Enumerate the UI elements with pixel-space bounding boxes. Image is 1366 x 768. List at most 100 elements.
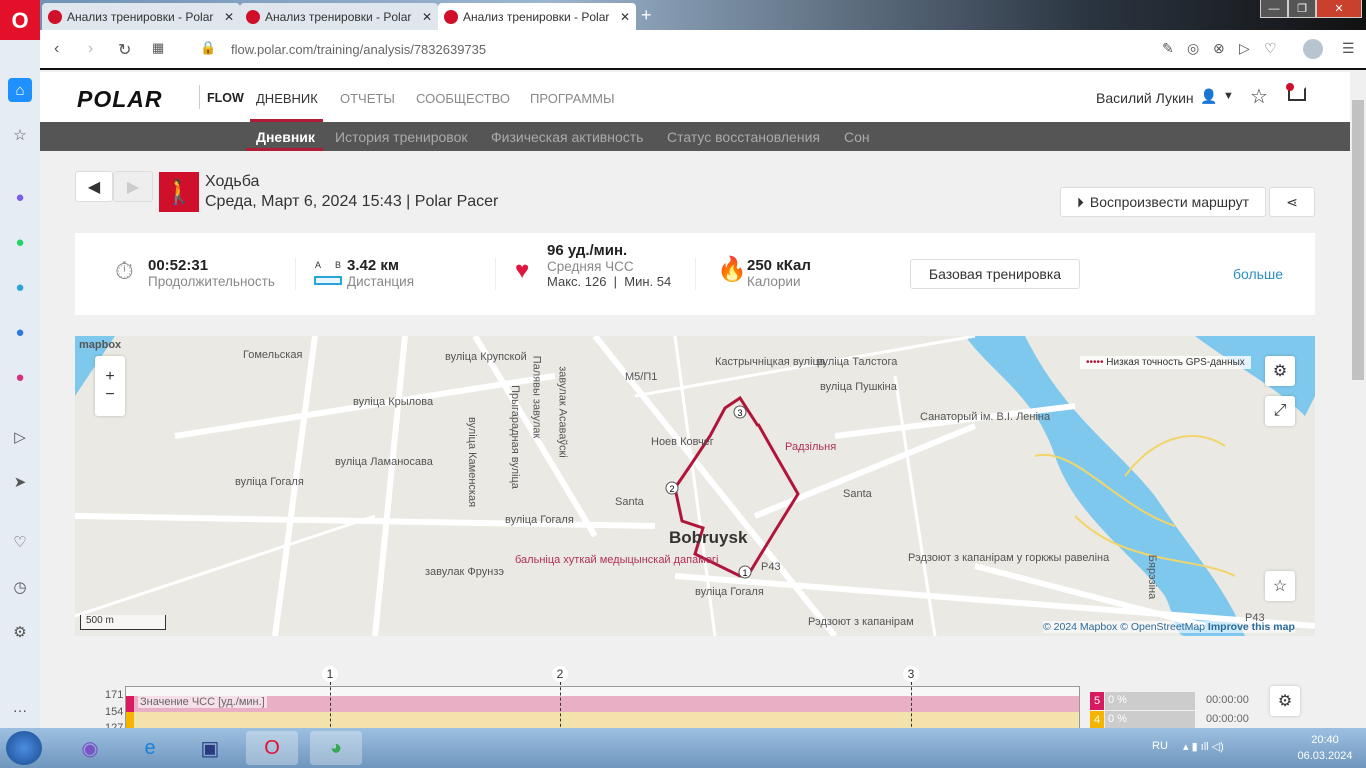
messenger-icon[interactable]: ● (8, 185, 32, 209)
heart-icon[interactable]: ♡ (8, 530, 32, 554)
instagram-icon[interactable]: ● (8, 365, 32, 389)
polar-favicon (246, 9, 260, 24)
map-label: Santa (843, 488, 872, 500)
whatsapp-icon[interactable]: ● (8, 230, 32, 254)
prev-training-button[interactable]: ◀ (75, 171, 113, 202)
mapbox-logo[interactable]: mapbox (79, 339, 121, 351)
chevron-down-icon[interactable]: ▼ (1223, 90, 1234, 102)
chrome-taskbar-icon[interactable]: ◕ (310, 731, 362, 765)
map-label: вуліца Каменская (466, 416, 479, 508)
map-label: Ноев Ковчег (651, 436, 714, 448)
zone-4-badge: 4 (1090, 711, 1104, 728)
browser-tab-active[interactable]: Анализ тренировки - Polar ✕ (438, 3, 636, 30)
share-icon: ⋖ (1286, 193, 1298, 210)
zoom-out-button[interactable]: − (105, 386, 114, 404)
profile-avatar[interactable] (1303, 39, 1323, 59)
map-label: завулак Асаваўскі (556, 366, 569, 458)
reload-icon[interactable]: ↻ (118, 40, 131, 60)
user-name[interactable]: Василий Лукин (1096, 90, 1194, 106)
training-target-button[interactable]: Базовая тренировка (910, 259, 1080, 289)
home-icon[interactable]: ⌂ (8, 78, 32, 102)
language-indicator[interactable]: RU (1152, 740, 1168, 752)
favorite-route-icon[interactable]: ☆ (1265, 571, 1295, 601)
nav-reports[interactable]: ОТЧЕТЫ (340, 91, 395, 106)
close-window-button[interactable]: ✕ (1316, 0, 1362, 18)
maximize-button[interactable]: ❐ (1288, 0, 1316, 18)
minimize-button[interactable]: — (1260, 0, 1288, 18)
send-icon[interactable]: ➤ (8, 470, 32, 494)
save-app-icon[interactable]: ▣ (184, 731, 236, 765)
history-icon[interactable]: ◷ (8, 575, 32, 599)
nav-programs[interactable]: ПРОГРАММЫ (530, 91, 615, 106)
subnav-sleep[interactable]: Сон (844, 129, 870, 145)
tray-icons[interactable]: ▴ ▮ ıll ◁) (1183, 740, 1224, 753)
page-scrollbar[interactable] (1350, 72, 1366, 728)
share-button[interactable]: ⋖ (1269, 187, 1315, 217)
nav-community[interactable]: СООБЩЕСТВО (416, 91, 510, 106)
map-label: вуліца Пушкіна (820, 381, 897, 393)
browser-tab[interactable]: Анализ тренировки - Polar ✕ (240, 3, 438, 30)
easy-setup-icon[interactable]: ☰ (1342, 40, 1355, 57)
send-icon[interactable]: ▷ (1239, 40, 1250, 57)
fullscreen-icon[interactable]: ⤢ (1265, 396, 1295, 426)
polar-logo[interactable]: POLAR (77, 86, 163, 113)
ruler-icon (314, 276, 342, 285)
vk-icon[interactable]: ● (8, 320, 32, 344)
training-subtitle: Среда, Март 6, 2024 15:43 | Polar Pacer (205, 193, 499, 210)
address-bar: ‹ › ↻ ▦ 🔒 flow.polar.com/training/analys… (40, 30, 1366, 70)
map-label: вуліца Гогаля (505, 514, 574, 526)
map-scale: 500 m (80, 615, 166, 630)
opera-menu-button[interactable]: O (0, 0, 40, 40)
lap-marker[interactable]: 2 (552, 666, 568, 682)
heart-icon[interactable]: ♡ (1264, 40, 1277, 57)
lap-line (560, 682, 561, 728)
pin-icon[interactable]: ✎ (1162, 40, 1174, 57)
back-icon[interactable]: ‹ (54, 40, 59, 58)
subnav-activity[interactable]: Физическая активность (491, 129, 643, 145)
lap-marker[interactable]: 1 (322, 666, 338, 682)
next-training-button[interactable]: ▶ (113, 171, 153, 202)
more-link[interactable]: больше (1233, 266, 1283, 282)
star-icon[interactable]: ☆ (8, 123, 32, 147)
subnav-history[interactable]: История тренировок (335, 129, 467, 145)
start-button[interactable] (6, 731, 42, 765)
close-icon[interactable]: ✕ (224, 10, 234, 24)
clock-time[interactable]: 20:40 (1290, 734, 1360, 746)
close-icon[interactable]: ✕ (620, 10, 630, 24)
user-icon[interactable]: 👤 (1200, 88, 1217, 105)
clock-date[interactable]: 06.03.2024 (1290, 750, 1360, 762)
map-label: Рэдзоют з капанірам у горкжы равеліна (908, 552, 1110, 564)
close-icon[interactable]: ✕ (422, 10, 432, 24)
walking-icon: 🚶 (159, 172, 199, 212)
lock-icon: 🔒 (200, 40, 217, 55)
flame-icon: 🔥 (717, 256, 747, 283)
ie-icon[interactable]: e (124, 731, 176, 765)
telegram-icon[interactable]: ● (8, 275, 32, 299)
subnav-diary[interactable]: Дневник (256, 129, 315, 145)
forward-icon[interactable]: › (88, 40, 93, 58)
lap-marker[interactable]: 3 (903, 666, 919, 682)
favorites-star-icon[interactable]: ☆ (1250, 84, 1268, 109)
opera-taskbar-icon[interactable]: O (246, 731, 298, 765)
adblock-icon[interactable]: ⊗ (1213, 40, 1225, 57)
player-icon[interactable]: ▷ (8, 425, 32, 449)
camera-icon[interactable]: ◎ (1187, 40, 1199, 57)
route-map[interactable]: 1 2 3 mapbox + − ••••• Низкая точность GPS-… (75, 336, 1315, 636)
viber-icon[interactable]: ◉ (64, 731, 116, 765)
svg-text:2: 2 (669, 484, 674, 494)
tabs-grid-icon[interactable]: ▦ (152, 40, 164, 56)
replay-route-button[interactable]: ⏵ Воспроизвести маршрут (1060, 187, 1266, 217)
url-field[interactable]: flow.polar.com/training/analysis/7832639… (231, 42, 486, 57)
subnav-recovery[interactable]: Статус восстановления (667, 129, 820, 145)
duration-label: Продолжительность (148, 274, 275, 289)
map-settings-icon[interactable]: ⚙ (1265, 356, 1295, 386)
zoom-in-button[interactable]: + (105, 368, 114, 386)
polar-flow-page: POLAR FLOW ДНЕВНИК ОТЧЕТЫ СООБЩЕСТВО ПРО… (40, 72, 1350, 728)
new-tab-button[interactable]: + (641, 5, 652, 26)
browser-tab[interactable]: Анализ тренировки - Polar ✕ (42, 3, 240, 30)
heart-icon: ♥ (515, 257, 530, 284)
nav-diary[interactable]: ДНЕВНИК (256, 91, 318, 106)
more-icon[interactable]: … (8, 695, 32, 719)
chart-settings-icon[interactable]: ⚙ (1270, 686, 1300, 716)
settings-icon[interactable]: ⚙ (8, 620, 32, 644)
